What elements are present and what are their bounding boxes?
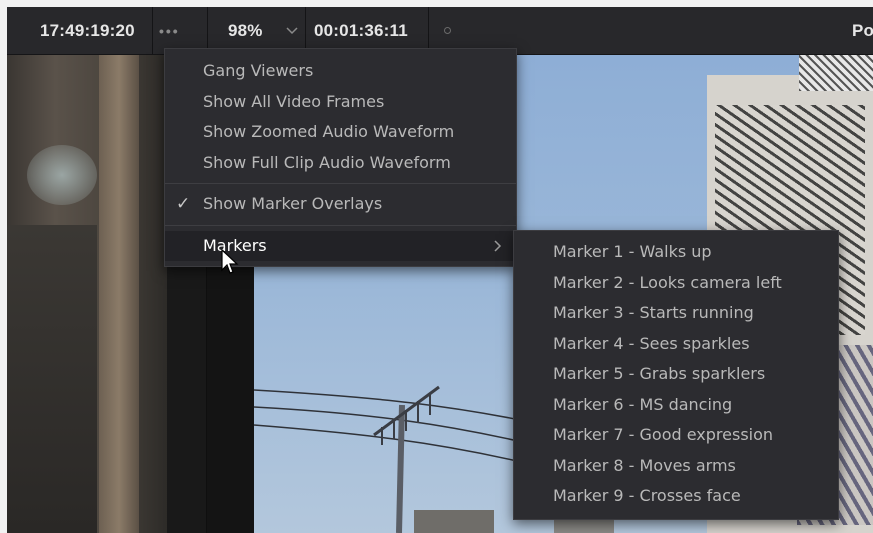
viewer-options-menu: Gang Viewers Show All Video Frames Show … — [164, 48, 517, 267]
marker-item[interactable]: Marker 5 - Grabs sparklers — [514, 359, 838, 390]
record-indicator-icon[interactable] — [444, 27, 451, 34]
toolbar-right-label: Po — [852, 21, 873, 40]
markers-submenu: Marker 1 - Walks up Marker 2 - Looks cam… — [513, 230, 839, 520]
menu-item-show-zoomed-audio-waveform[interactable]: Show Zoomed Audio Waveform — [165, 117, 516, 148]
marker-item[interactable]: Marker 3 - Starts running — [514, 298, 838, 329]
checkmark-icon: ✓ — [176, 194, 191, 214]
menu-item-gang-viewers[interactable]: Gang Viewers — [165, 56, 516, 87]
marker-item[interactable]: Marker 8 - Moves arms — [514, 451, 838, 482]
marker-item[interactable]: Marker 9 - Crosses face — [514, 481, 838, 512]
menu-item-show-marker-overlays[interactable]: ✓ Show Marker Overlays — [165, 189, 516, 220]
marker-item[interactable]: Marker 4 - Sees sparkles — [514, 329, 838, 360]
menu-item-show-full-clip-audio-waveform[interactable]: Show Full Clip Audio Waveform — [165, 148, 516, 179]
toolbar-divider — [152, 7, 153, 55]
marker-item[interactable]: Marker 6 - MS dancing — [514, 390, 838, 421]
marker-item[interactable]: Marker 1 - Walks up — [514, 237, 838, 268]
chevron-down-icon[interactable] — [285, 21, 299, 41]
mouse-pointer-icon — [221, 248, 239, 274]
chevron-right-icon — [494, 239, 502, 252]
marker-item[interactable]: Marker 2 - Looks camera left — [514, 268, 838, 299]
source-timecode[interactable]: 17:49:19:20 — [40, 7, 135, 55]
menu-divider — [165, 224, 516, 226]
viewer-window: 17:49:19:20 ••• 98% 00:01:36:11 Po Gang … — [7, 7, 873, 533]
menu-divider — [165, 183, 516, 184]
marker-item[interactable]: Marker 7 - Good expression — [514, 420, 838, 451]
menu-item-markers[interactable]: Markers — [165, 230, 516, 261]
frame-foreground-blur — [7, 55, 167, 533]
menu-item-label: Show Marker Overlays — [203, 194, 383, 213]
menu-item-show-all-video-frames[interactable]: Show All Video Frames — [165, 87, 516, 118]
